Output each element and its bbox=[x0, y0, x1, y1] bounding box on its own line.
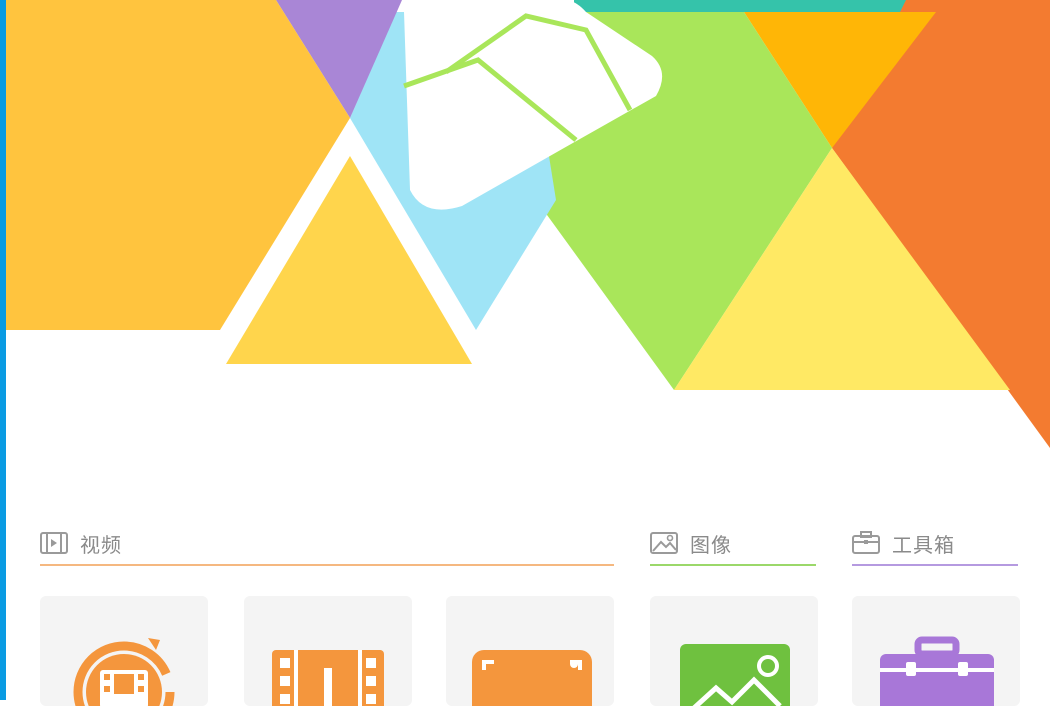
image-edit-card[interactable] bbox=[650, 596, 818, 706]
video-cut-icon bbox=[272, 650, 384, 706]
film-strip-icon bbox=[40, 529, 68, 557]
image-edit-icon bbox=[680, 644, 790, 706]
toolbox-icon bbox=[880, 636, 994, 706]
section-title-video: 视频 bbox=[80, 534, 122, 557]
section-header-video: 视频 bbox=[40, 522, 614, 566]
section-title-tools: 工具箱 bbox=[892, 534, 955, 557]
toolbox-icon bbox=[852, 529, 880, 557]
video-convert-icon bbox=[73, 638, 175, 706]
hero-banner bbox=[6, 0, 1050, 470]
section-header-tools: 工具箱 bbox=[852, 522, 1018, 566]
screen-record-icon bbox=[472, 650, 592, 706]
toolbox-card[interactable] bbox=[852, 596, 1020, 706]
screen-record-card[interactable] bbox=[446, 596, 614, 706]
section-title-image: 图像 bbox=[690, 534, 732, 557]
picture-icon bbox=[650, 529, 678, 557]
video-convert-card[interactable] bbox=[40, 596, 208, 706]
video-cut-card[interactable] bbox=[244, 596, 412, 706]
section-header-image: 图像 bbox=[650, 522, 816, 566]
